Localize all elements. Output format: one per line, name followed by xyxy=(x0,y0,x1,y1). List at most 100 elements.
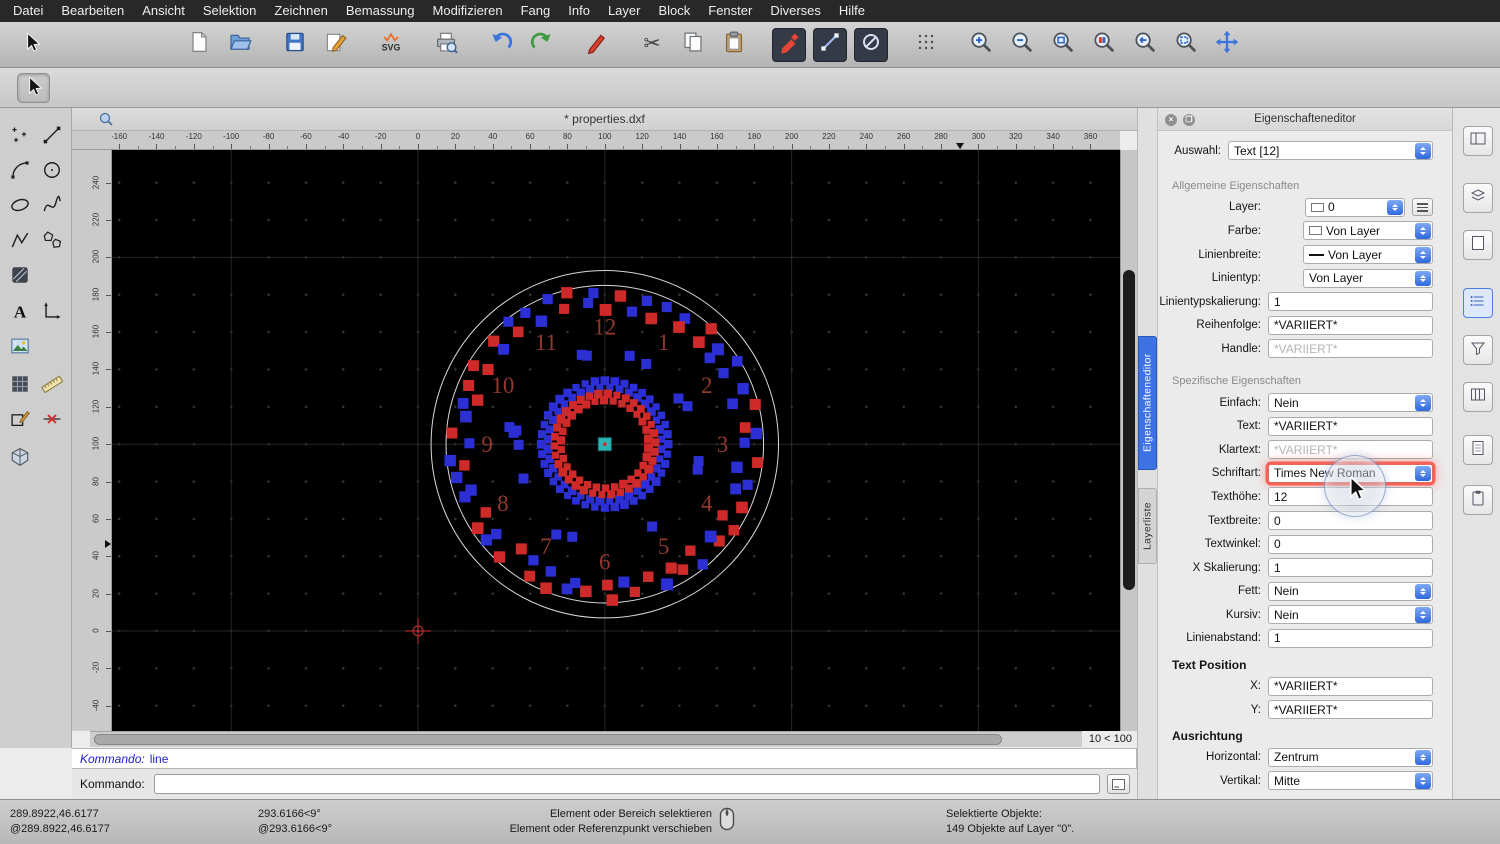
svg-export-button[interactable]: SVG xyxy=(374,28,408,62)
paste-button[interactable] xyxy=(717,28,751,62)
points-tool-button[interactable] xyxy=(5,122,35,152)
menu-diverses[interactable]: Diverses xyxy=(761,0,830,22)
command-options-button[interactable] xyxy=(1107,774,1130,794)
vertikal-dropdown[interactable]: Mitte xyxy=(1268,771,1433,790)
zoom-selection-button[interactable] xyxy=(1087,28,1121,62)
arc-tool-button[interactable] xyxy=(5,157,35,187)
text-input[interactable]: *VARIIERT* xyxy=(1268,417,1433,436)
open-file-button[interactable] xyxy=(223,28,257,62)
panel-tab-layerliste[interactable]: Layerliste xyxy=(1138,488,1157,564)
solid-tool-button[interactable] xyxy=(5,444,35,474)
polygon-tool-button[interactable] xyxy=(37,227,67,257)
redo-button[interactable] xyxy=(525,28,559,62)
pan-button[interactable] xyxy=(1210,28,1244,62)
grid-button[interactable] xyxy=(909,28,943,62)
zoom-in-button[interactable] xyxy=(964,28,998,62)
auswahl-dropdown[interactable]: Text [12] xyxy=(1228,141,1433,160)
layer-list-dock-button[interactable] xyxy=(1463,183,1493,213)
farbe-dropdown[interactable]: Von Layer xyxy=(1303,221,1433,240)
ellipse-tool-button[interactable] xyxy=(5,192,35,222)
drawing-canvas[interactable]: 121234567891011 xyxy=(112,150,1120,731)
edit-drawing-button[interactable] xyxy=(319,28,353,62)
clipboard-dock-button[interactable] xyxy=(1463,485,1493,515)
pointer-button[interactable] xyxy=(15,28,49,62)
linientyp-dropdown[interactable]: Von Layer xyxy=(1303,269,1433,288)
filter-dock-button[interactable] xyxy=(1463,335,1493,365)
restrict-off-button[interactable] xyxy=(854,28,888,62)
menu-block[interactable]: Block xyxy=(649,0,699,22)
dropdown-stepper-icon[interactable] xyxy=(1415,750,1431,766)
menu-hilfe[interactable]: Hilfe xyxy=(830,0,874,22)
dropdown-stepper-icon[interactable] xyxy=(1415,223,1431,239)
panels-dock-button[interactable] xyxy=(1463,126,1493,156)
dropdown-stepper-icon[interactable] xyxy=(1415,271,1431,287)
y-input[interactable]: *VARIIERT* xyxy=(1268,700,1433,719)
dropdown-stepper-icon[interactable] xyxy=(1415,466,1431,482)
menu-selektion[interactable]: Selektion xyxy=(194,0,265,22)
columns-dock-button[interactable] xyxy=(1463,382,1493,412)
dropdown-stepper-icon[interactable] xyxy=(1415,247,1431,263)
dropdown-stepper-icon[interactable] xyxy=(1415,584,1431,600)
layer-menu-button[interactable] xyxy=(1412,198,1433,216)
zoom-window-button[interactable] xyxy=(1169,28,1203,62)
menu-zeichnen[interactable]: Zeichnen xyxy=(265,0,336,22)
menu-bearbeiten[interactable]: Bearbeiten xyxy=(52,0,133,22)
reihenfolge-input[interactable]: *VARIIERT* xyxy=(1268,316,1433,335)
menu-ansicht[interactable]: Ansicht xyxy=(133,0,194,22)
text-tool-button[interactable]: A xyxy=(5,298,35,328)
dimension-tool-button[interactable] xyxy=(37,298,67,328)
menu-modifizieren[interactable]: Modifizieren xyxy=(424,0,512,22)
x-input[interactable]: *VARIIERT* xyxy=(1268,677,1433,696)
menu-datei[interactable]: Datei xyxy=(4,0,52,22)
linienbreite-dropdown[interactable]: Von Layer xyxy=(1303,245,1433,264)
selection-tool-button[interactable] xyxy=(17,73,50,103)
menu-fang[interactable]: Fang xyxy=(512,0,560,22)
line-tool-button[interactable] xyxy=(37,122,67,152)
x-skalierung-input[interactable]: 1 xyxy=(1268,558,1433,577)
panel-tab-eigenschafteneditor[interactable]: Eigenschafteneditor xyxy=(1138,336,1157,470)
dropdown-stepper-icon[interactable] xyxy=(1415,607,1431,623)
horizontal-scrollbar-thumb[interactable] xyxy=(94,734,1002,745)
hatch-tool-button[interactable] xyxy=(5,262,35,292)
command-history-dock-button[interactable] xyxy=(1463,435,1493,465)
save-button[interactable] xyxy=(278,28,312,62)
menu-fenster[interactable]: Fenster xyxy=(699,0,761,22)
shape-tool-button[interactable] xyxy=(5,406,35,436)
property-list-dock-button[interactable] xyxy=(1463,288,1493,318)
undo-button[interactable] xyxy=(484,28,518,62)
zoom-out-button[interactable] xyxy=(1005,28,1039,62)
horizontal-scrollbar[interactable] xyxy=(90,731,1082,747)
einfach-dropdown[interactable]: Nein xyxy=(1268,393,1433,412)
menu-bemassung[interactable]: Bemassung xyxy=(337,0,424,22)
dropdown-stepper-icon[interactable] xyxy=(1415,773,1431,789)
linientypskalierung-input[interactable]: 1 xyxy=(1268,292,1433,311)
copy-button[interactable] xyxy=(676,28,710,62)
layer-dropdown[interactable]: 0 xyxy=(1305,198,1405,217)
vertical-scrollbar[interactable] xyxy=(1120,150,1137,731)
document-titlebar[interactable]: * properties.dxf xyxy=(72,108,1137,131)
snap-tool-button[interactable] xyxy=(37,406,67,436)
horizontal-dropdown[interactable]: Zentrum xyxy=(1268,748,1433,767)
auto-zoom-button[interactable] xyxy=(1046,28,1080,62)
image-tool-button[interactable] xyxy=(5,333,35,363)
measure-tool-button[interactable] xyxy=(37,371,67,401)
command-input[interactable] xyxy=(154,774,1100,794)
spline-tool-button[interactable] xyxy=(37,192,67,222)
kursiv-dropdown[interactable]: Nein xyxy=(1268,605,1433,624)
menu-layer[interactable]: Layer xyxy=(599,0,650,22)
draw-pen-button[interactable] xyxy=(580,28,614,62)
dropdown-stepper-icon[interactable] xyxy=(1387,200,1403,216)
block-list-dock-button[interactable] xyxy=(1463,230,1493,260)
dropdown-stepper-icon[interactable] xyxy=(1415,143,1431,159)
pattern-tool-button[interactable] xyxy=(5,371,35,401)
linienabstand-input[interactable]: 1 xyxy=(1268,629,1433,648)
print-preview-button[interactable] xyxy=(429,28,463,62)
previous-view-button[interactable] xyxy=(1128,28,1162,62)
dropdown-stepper-icon[interactable] xyxy=(1415,395,1431,411)
textwinkel-input[interactable]: 0 xyxy=(1268,535,1433,554)
new-file-button[interactable] xyxy=(182,28,216,62)
cut-button[interactable]: ✂ xyxy=(635,28,669,62)
vertical-scrollbar-thumb[interactable] xyxy=(1123,270,1135,590)
fett-dropdown[interactable]: Nein xyxy=(1268,582,1433,601)
handle-input[interactable]: *VARIIERT* xyxy=(1268,339,1433,358)
